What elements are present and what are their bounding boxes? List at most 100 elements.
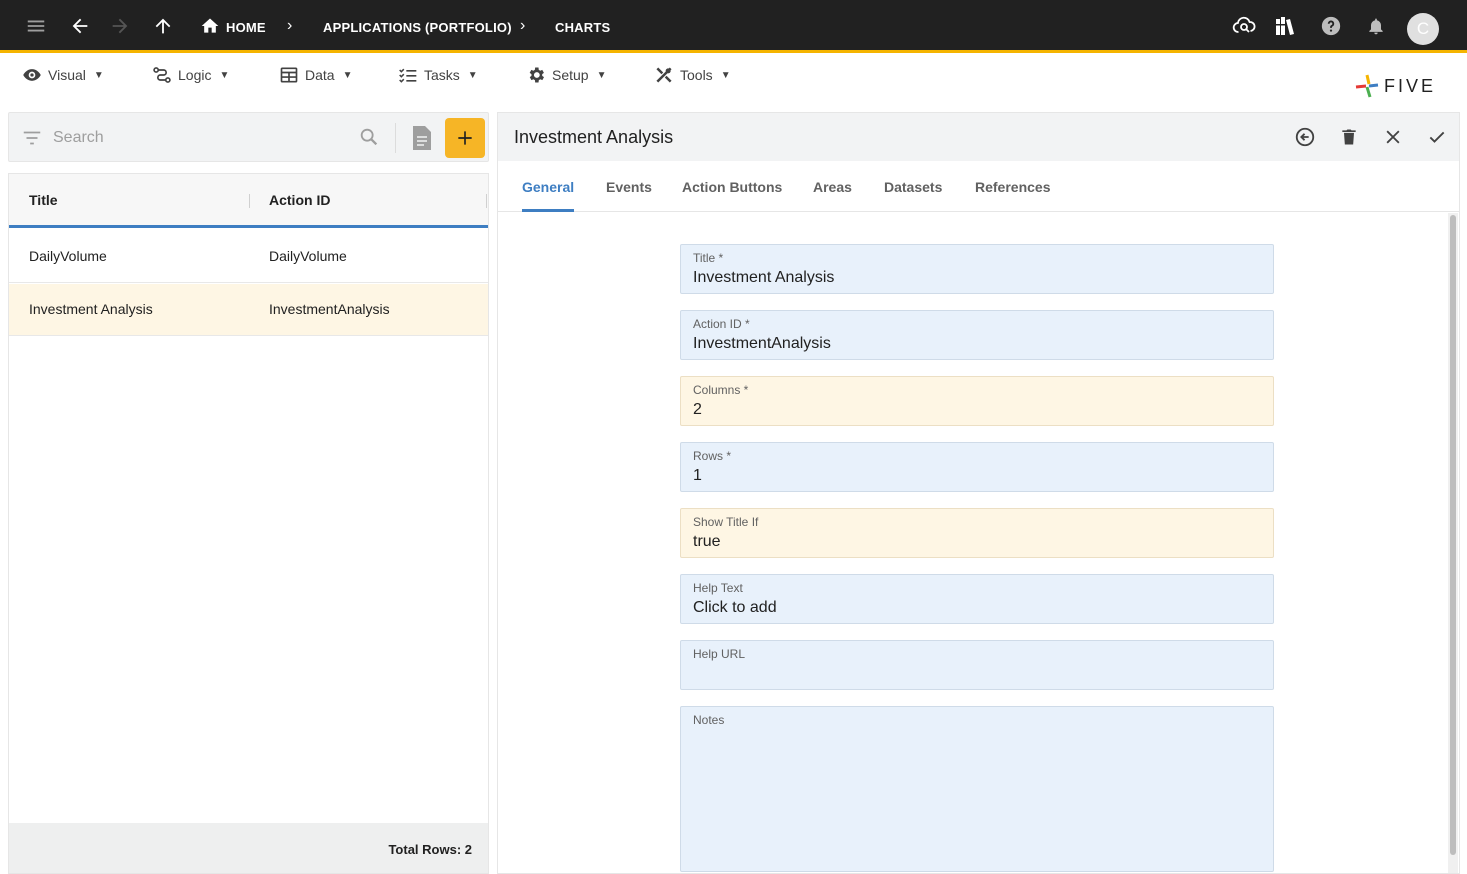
eye-icon <box>23 69 41 81</box>
rows-field-label: Rows * <box>693 449 732 463</box>
tab-action-buttons[interactable]: Action Buttons <box>682 179 782 195</box>
five-logo-text: FIVE <box>1384 76 1437 96</box>
notes-field-label: Notes <box>693 713 725 727</box>
caret-down-icon: ▼ <box>342 69 353 81</box>
search-bar <box>8 112 489 162</box>
close-icon[interactable] <box>1381 125 1405 149</box>
search-icon[interactable] <box>358 126 380 153</box>
add-record-button[interactable] <box>445 118 485 158</box>
forward-arrow-icon[interactable] <box>108 14 132 38</box>
caret-down-icon: ▼ <box>219 69 230 81</box>
main-menu-bar: Visual ▼ Logic ▼ Data ▼ Tasks ▼ Setup ▼ Tools… <box>0 56 1467 110</box>
tab-areas[interactable]: Areas <box>813 179 852 195</box>
active-tab-indicator <box>522 209 574 212</box>
form-tabs: General Events Action Buttons Areas Data… <box>498 161 1459 212</box>
caret-down-icon: ▼ <box>467 69 478 81</box>
list-footer: Total Rows: 2 <box>9 823 488 873</box>
menu-logic[interactable]: Logic ▼ <box>152 65 229 85</box>
caret-down-icon: ▼ <box>596 69 607 81</box>
menu-tools-label: Tools <box>680 67 713 83</box>
up-arrow-icon[interactable] <box>151 14 175 38</box>
library-icon[interactable] <box>1274 14 1298 38</box>
menu-setup-label: Setup <box>552 67 589 83</box>
help-url-field-label: Help URL <box>693 647 746 661</box>
column-header-action-id[interactable]: Action ID <box>269 192 330 208</box>
notes-field[interactable]: Notes <box>680 706 1274 872</box>
five-logo: FIVE <box>1354 73 1446 99</box>
table-row[interactable]: DailyVolume DailyVolume <box>9 231 488 283</box>
column-divider[interactable] <box>249 194 250 208</box>
notifications-bell-icon[interactable] <box>1364 14 1388 38</box>
check-save-icon[interactable] <box>1425 125 1449 149</box>
filter-icon[interactable] <box>21 127 43 154</box>
table-row-selected[interactable]: Investment Analysis InvestmentAnalysis <box>9 284 488 336</box>
top-app-bar: HOME › APPLICATIONS (PORTFOLIO) › CHARTS… <box>0 0 1467 53</box>
title-field[interactable]: Title * Investment Analysis <box>680 244 1274 294</box>
document-icon[interactable] <box>411 125 433 156</box>
tab-general[interactable]: General <box>522 179 574 195</box>
user-avatar[interactable]: C <box>1407 13 1439 45</box>
list-panel: Title Action ID DailyVolume DailyVolume … <box>8 112 489 874</box>
gear-icon <box>529 67 544 83</box>
action-id-field-label: Action ID * <box>693 317 750 331</box>
menu-tasks[interactable]: Tasks ▼ <box>398 65 478 85</box>
rows-field[interactable]: Rows * 1 <box>680 442 1274 492</box>
back-arrow-icon[interactable] <box>68 14 92 38</box>
title-field-label: Title * <box>693 251 724 265</box>
action-id-field[interactable]: Action ID * InvestmentAnalysis <box>680 310 1274 360</box>
breadcrumb-applications[interactable]: APPLICATIONS (PORTFOLIO) <box>323 20 512 35</box>
show-title-if-field-label: Show Title If <box>693 515 759 529</box>
menu-data[interactable]: Data ▼ <box>279 65 352 85</box>
show-title-if-field[interactable]: Show Title If true <box>680 508 1274 558</box>
row-title: Investment Analysis <box>29 301 153 317</box>
avatar-initial: C <box>1416 19 1430 38</box>
breadcrumb-chevron-icon: › <box>287 17 293 34</box>
tab-references[interactable]: References <box>975 179 1051 195</box>
breadcrumb-charts[interactable]: CHARTS <box>555 20 610 35</box>
menu-visual-label: Visual <box>48 67 86 83</box>
title-field-value: Investment Analysis <box>693 269 835 286</box>
list-header: Title Action ID <box>9 174 488 228</box>
search-input[interactable] <box>53 127 353 149</box>
form-scrollbar-thumb[interactable] <box>1450 215 1456 855</box>
menu-tools[interactable]: Tools ▼ <box>654 65 731 85</box>
row-title: DailyVolume <box>29 248 107 264</box>
menu-logic-label: Logic <box>178 67 212 83</box>
help-icon[interactable] <box>1319 14 1343 38</box>
row-action-id: InvestmentAnalysis <box>269 301 390 317</box>
show-title-if-field-value: true <box>693 533 721 550</box>
table-icon <box>280 67 298 83</box>
tasks-icon <box>399 68 417 83</box>
caret-down-icon: ▼ <box>720 69 731 81</box>
row-action-id: DailyVolume <box>269 248 347 264</box>
menu-visual[interactable]: Visual ▼ <box>22 65 104 85</box>
tab-datasets[interactable]: Datasets <box>884 179 942 195</box>
cloud-search-icon[interactable] <box>1232 14 1256 38</box>
form-header: Investment Analysis <box>498 113 1459 161</box>
columns-field[interactable]: Columns * 2 <box>680 376 1274 426</box>
hamburger-menu-icon[interactable] <box>24 14 48 38</box>
tab-events[interactable]: Events <box>606 179 652 195</box>
plus-icon <box>458 131 472 145</box>
columns-field-label: Columns * <box>693 383 749 397</box>
menu-setup[interactable]: Setup ▼ <box>526 65 607 85</box>
column-header-title[interactable]: Title <box>29 192 58 208</box>
tools-icon <box>656 67 672 83</box>
caret-down-icon: ▼ <box>93 69 104 81</box>
logic-icon <box>153 67 171 83</box>
delete-trash-icon[interactable] <box>1337 125 1361 149</box>
total-rows-count: Total Rows: 2 <box>388 842 472 857</box>
search-divider <box>395 123 396 153</box>
form-title: Investment Analysis <box>514 127 674 147</box>
help-text-field-value: Click to add <box>693 599 777 616</box>
menu-data-label: Data <box>305 67 335 83</box>
history-back-icon[interactable] <box>1293 125 1317 149</box>
breadcrumb-home[interactable]: HOME <box>226 20 266 35</box>
home-icon[interactable] <box>198 14 222 38</box>
form-panel: Investment Analysis General Events Actio… <box>497 112 1460 874</box>
help-text-field[interactable]: Help Text Click to add <box>680 574 1274 624</box>
help-text-field-label: Help Text <box>693 581 743 595</box>
action-id-field-value: InvestmentAnalysis <box>693 335 831 352</box>
help-url-field[interactable]: Help URL <box>680 640 1274 690</box>
column-divider[interactable] <box>486 194 487 208</box>
